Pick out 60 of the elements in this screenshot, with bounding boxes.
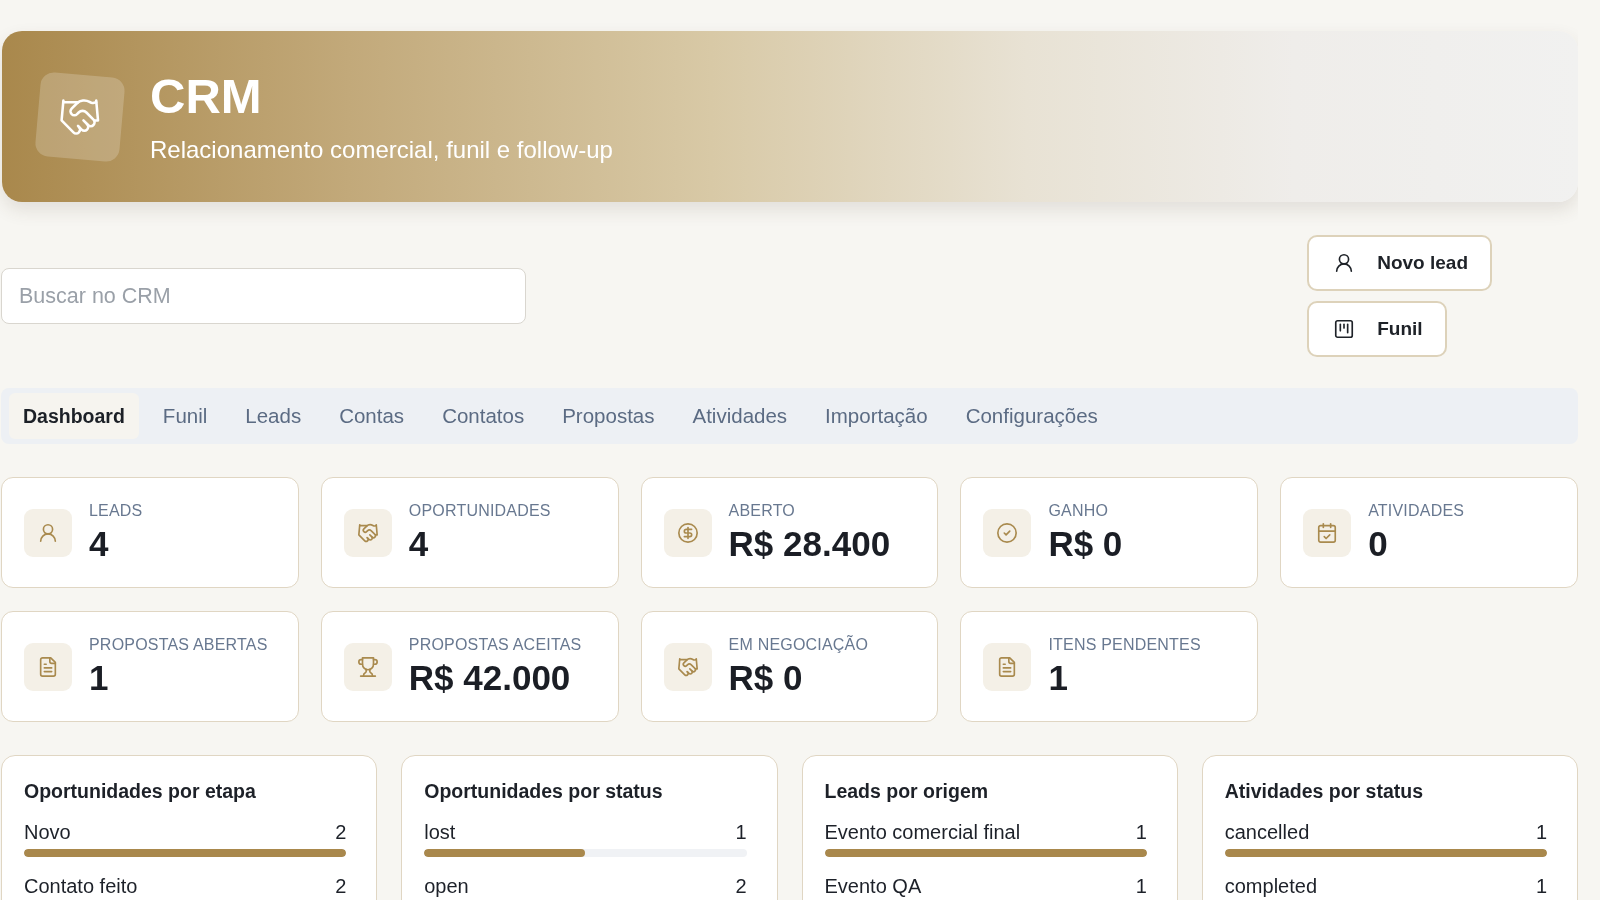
- tab[interactable]: Funil: [148, 393, 222, 439]
- stat-value: 4: [408, 524, 430, 564]
- calendar-check-icon: [1303, 508, 1352, 557]
- row-label: Evento comercial final: [824, 821, 1021, 843]
- row-count: 1: [1535, 875, 1547, 897]
- stat-label: ABERTO: [728, 501, 796, 521]
- app-title: CRM: [150, 68, 262, 123]
- stat-label: LEADS: [89, 501, 143, 521]
- stat-label: EM NEGOCIAÇÃO: [728, 635, 869, 655]
- row-count: 2: [735, 875, 747, 897]
- panel-title: Oportunidades por status: [424, 779, 664, 803]
- tab[interactable]: Contatos: [428, 393, 539, 439]
- row-label: Evento QA: [824, 875, 922, 897]
- stat-label: PROPOSTAS ABERTAS: [89, 635, 268, 655]
- stat-value: R$ 0: [1048, 524, 1123, 564]
- app-subtitle: Relacionamento comercial, funil e follow-up: [150, 134, 613, 165]
- tab[interactable]: Configurações: [951, 393, 1112, 439]
- trophy-icon: [343, 642, 392, 691]
- stat-value: R$ 0: [728, 658, 804, 698]
- kanban-board-icon: [1333, 318, 1356, 340]
- panel-title: Atividades por status: [1224, 779, 1425, 803]
- stat-label: GANHO: [1048, 501, 1110, 521]
- stat-value: 4: [89, 524, 110, 564]
- document-icon: [983, 642, 1032, 691]
- handshake-icon: [663, 642, 712, 691]
- stat-value: 0: [1368, 524, 1389, 564]
- row-count: 1: [1535, 821, 1547, 843]
- panel-title: Leads por origem: [824, 779, 990, 803]
- row-count: 2: [335, 821, 347, 843]
- tab[interactable]: Importação: [811, 393, 942, 439]
- row-count: 1: [1135, 821, 1147, 843]
- stat-value: 1: [1048, 658, 1069, 698]
- tab[interactable]: Atividades: [678, 393, 802, 439]
- tab[interactable]: Propostas: [548, 393, 669, 439]
- stat-value: R$ 42.000: [408, 658, 572, 698]
- search-field[interactable]: Buscar no CRM: [1, 268, 526, 324]
- stat-value: 1: [89, 658, 110, 698]
- tab[interactable]: Leads: [231, 393, 316, 439]
- panel-title: Oportunidades por etapa: [24, 779, 257, 803]
- row-label: Contato feito: [24, 875, 138, 897]
- row-label: cancelled: [1224, 821, 1310, 843]
- row-count: 2: [335, 875, 347, 897]
- new-lead-button[interactable]: Novo lead: [1307, 235, 1492, 291]
- stat-label: OPORTUNIDADES: [408, 501, 551, 521]
- stat-label: ITENS PENDENTES: [1048, 635, 1201, 655]
- handshake-icon: [343, 508, 392, 557]
- row-count: 1: [1135, 875, 1147, 897]
- document-icon: [24, 642, 72, 691]
- stat-label: PROPOSTAS ACEITAS: [408, 635, 582, 655]
- row-label: Novo: [24, 821, 71, 843]
- stat-value: R$ 28.400: [728, 524, 891, 564]
- tab[interactable]: Dashboard: [9, 393, 139, 439]
- row-label: lost: [424, 821, 456, 843]
- row-label: completed: [1224, 875, 1318, 897]
- user-icon: [24, 508, 72, 557]
- tab[interactable]: Contas: [325, 393, 419, 439]
- stat-label: ATIVIDADES: [1368, 501, 1465, 521]
- funnel-button[interactable]: Funil: [1307, 301, 1447, 357]
- row-label: open: [424, 875, 469, 897]
- row-count: 1: [735, 821, 747, 843]
